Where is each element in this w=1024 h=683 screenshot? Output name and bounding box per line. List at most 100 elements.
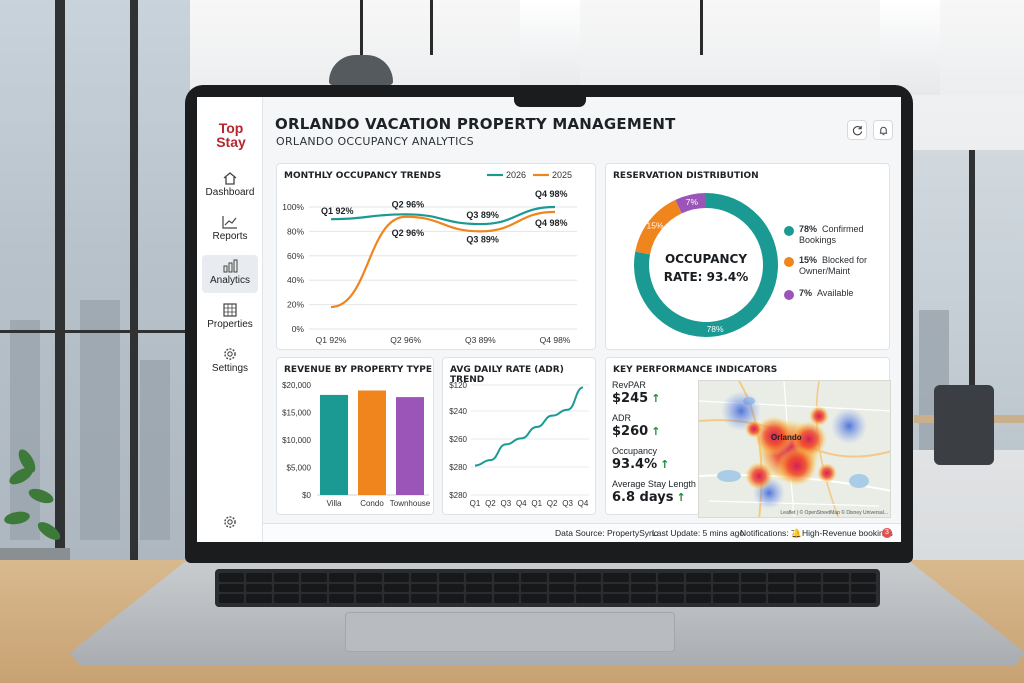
page-subtitle: ORLANDO OCCUPANCY ANALYTICS: [276, 135, 474, 148]
sidebar-item-label: Settings: [211, 363, 249, 374]
y-tick-label: $20,000: [282, 381, 311, 390]
sidebar-item-reports[interactable]: Reports: [202, 211, 258, 249]
bar: [358, 390, 386, 495]
bell-icon: 🔔: [791, 528, 802, 538]
kpi-label-occupancy: Occupancy: [612, 446, 658, 456]
kpi-value-stay: 6.8 days ↑: [612, 490, 686, 505]
y-tick-label: 80%: [287, 226, 304, 236]
legend-pct: 15%: [799, 255, 818, 265]
sidebar-item-properties[interactable]: Properties: [202, 299, 258, 337]
data-label: Q2 96%: [392, 199, 425, 209]
legend-label: 2026: [506, 170, 526, 180]
slice-label: 7%: [686, 197, 699, 207]
card-title: KEY PERFORMANCE INDICATORS: [613, 365, 778, 375]
slice-label: 78%: [707, 324, 724, 334]
bar: [320, 394, 348, 495]
kpi-label-adr: ADR: [612, 413, 632, 423]
pendant-lamp-cord: [430, 0, 433, 55]
page-title: ORLANDO VACATION PROPERTY MANAGEMENT: [275, 115, 676, 133]
last-update: Last Update: 5 mins ago: [652, 528, 745, 538]
trend-up-icon: ↑: [660, 458, 670, 471]
y-tick-label: 60%: [287, 251, 304, 261]
bell-icon: [879, 126, 887, 135]
x-tick-label: Villa: [327, 499, 343, 508]
x-tick-label: Q1 92%: [316, 335, 347, 345]
x-tick-label: Q2: [547, 499, 558, 508]
data-label: Q3 89%: [466, 234, 499, 244]
x-tick-label: Q1: [470, 499, 481, 508]
camera-notch: [514, 93, 586, 107]
legend-text: Blocked for: [822, 255, 868, 265]
y-tick-label: 40%: [287, 275, 304, 285]
kpi-value-text: 6.8 days: [612, 490, 674, 505]
y-tick-label: 0%: [292, 324, 305, 334]
pendant-lamp-cord: [360, 0, 363, 60]
x-tick-label: Q3 89%: [465, 335, 496, 345]
building-icon: [223, 303, 237, 317]
ceiling-beam: [880, 0, 940, 95]
series-line-2025: [330, 210, 556, 309]
ceiling-beam: [520, 0, 580, 95]
kpi-value-text: 93.4%: [612, 457, 658, 472]
trend-up-icon: ↑: [651, 392, 661, 405]
y-tick-label: $5,000: [287, 464, 312, 473]
y-tick-label: $0: [302, 491, 311, 500]
donut-center-line2: RATE: 93.4%: [663, 270, 749, 284]
sidebar-item-label: Analytics: [209, 275, 250, 286]
legend-text: Bookings: [799, 235, 837, 245]
sidebar-item-dashboard[interactable]: Dashboard: [202, 167, 258, 205]
sidebar-item-settings[interactable]: Settings: [202, 343, 258, 381]
kpi-label-stay: Average Stay Length: [612, 479, 696, 489]
y-tick-label: $280: [449, 463, 467, 472]
kpi-value-occupancy: 93.4% ↑: [612, 457, 669, 472]
sidebar-item-analytics[interactable]: Analytics: [202, 255, 258, 293]
kpi-value-adr: $260 ↑: [612, 424, 660, 439]
legend-swatch: [784, 226, 794, 236]
x-tick-label: Q2 96%: [390, 335, 421, 345]
map-canvas: [699, 381, 890, 517]
adr-line-chart: $120$240$260$280$280Q1 Q2 Q3 Q4 Q1 Q2 Q3 Q4: [449, 381, 589, 508]
sidebar-item-label: Dashboard: [205, 187, 255, 198]
gear-icon[interactable]: [223, 515, 237, 529]
kpi-value-revpar: $245 ↑: [612, 391, 660, 406]
data-label: Q4 98%: [535, 189, 568, 199]
office-chair: [934, 385, 994, 465]
x-tick-label: Q1: [531, 499, 542, 508]
pendant-lamp-cord: [700, 0, 703, 55]
x-tick-label: Condo: [360, 499, 384, 508]
legend-swatch: [784, 257, 794, 267]
map-city-label: Orlando: [771, 433, 802, 442]
laptop-trackpad: [345, 612, 675, 652]
legend-label: 2025: [552, 170, 572, 180]
x-tick-label: Q4: [516, 499, 527, 508]
alert-text[interactable]: High-Revenue bookings: [802, 528, 893, 538]
top-stay-logo[interactable]: Top Stay: [211, 109, 251, 153]
legend-text: Confirmed: [822, 224, 864, 234]
kpi-value-text: $260: [612, 424, 649, 439]
x-tick-label: Q4 98%: [540, 335, 571, 345]
legend-swatch: [784, 290, 794, 300]
data-label: Q1 92%: [321, 206, 354, 216]
y-tick-label: 100%: [282, 202, 304, 212]
data-source: Data Source: PropertySync: [555, 528, 658, 538]
trend-up-icon: ↑: [651, 425, 661, 438]
legend-pct: 7%: [799, 288, 813, 298]
x-tick-label: Q3: [501, 499, 512, 508]
notifications-button[interactable]: [873, 120, 893, 140]
logo-text: Top Stay: [216, 120, 246, 150]
x-tick-label: Q4: [578, 499, 589, 508]
orlando-heatmap[interactable]: Orlando Leaflet | © OpenStreetMap © Disn…: [698, 380, 891, 518]
notifications-count[interactable]: Notifications: 7: [740, 528, 796, 538]
y-tick-label: $240: [449, 407, 467, 416]
sidebar: Top Stay Dashboard Reports Analytics Pro…: [197, 97, 263, 542]
trend-up-icon: ↑: [676, 491, 686, 504]
alert-badge: 3: [882, 528, 892, 538]
donut-center-line1: OCCUPANCY: [664, 252, 748, 266]
bar-chart-icon: [223, 259, 238, 273]
refresh-icon: [852, 125, 862, 135]
x-tick-label: Q2: [485, 499, 496, 508]
y-tick-label: $120: [449, 381, 467, 390]
x-tick-label: Townhouse: [390, 499, 431, 508]
refresh-button[interactable]: [847, 120, 867, 140]
adr-trend-card: AVG DAILY RATE (ADR) TREND $120 $240 $260 $…: [442, 357, 596, 515]
